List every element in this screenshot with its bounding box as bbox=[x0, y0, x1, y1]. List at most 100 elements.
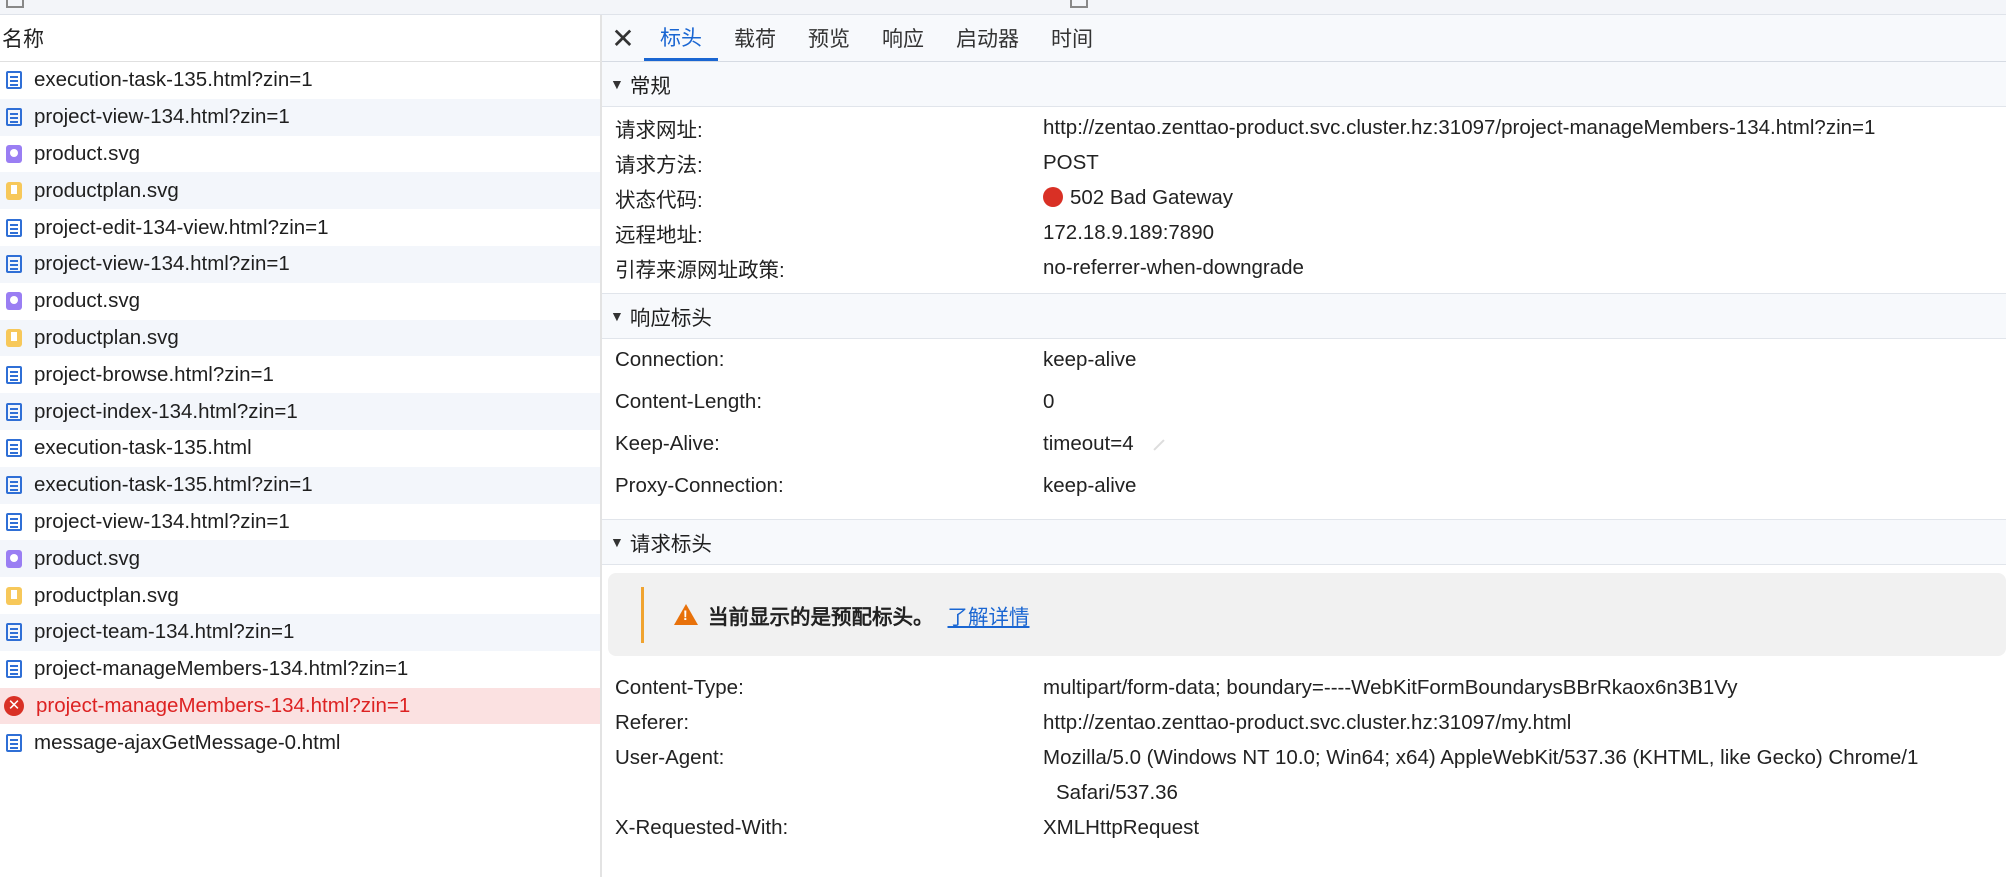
tab-preview[interactable]: 预览 bbox=[792, 15, 866, 61]
triangle-down-icon: ▼ bbox=[610, 534, 624, 550]
response-headers-title: 响应标头 bbox=[629, 307, 712, 330]
error-icon: ✕ bbox=[4, 695, 24, 716]
tab-payload[interactable]: 载荷 bbox=[718, 15, 792, 61]
request-name: product.svg bbox=[34, 546, 140, 570]
header-value[interactable]: no-referrer-when-downgrade bbox=[1043, 256, 1304, 280]
request-row[interactable]: productplan.svg bbox=[0, 319, 600, 357]
request-list-panel: 名称 execution-task-135.html?zin=1 project-… bbox=[0, 15, 602, 877]
name-column-header[interactable]: 名称 bbox=[0, 15, 600, 62]
triangle-down-icon: ▼ bbox=[610, 308, 624, 324]
document-icon bbox=[6, 402, 22, 421]
request-row[interactable]: productplan.svg bbox=[0, 577, 600, 614]
checkbox-fragment-icon bbox=[1070, 0, 1088, 8]
bookmark-icon bbox=[6, 586, 22, 605]
request-name: execution-task-135.html?zin=1 bbox=[34, 68, 313, 92]
tab-response[interactable]: 响应 bbox=[866, 15, 940, 61]
header-value[interactable]: POST bbox=[1043, 151, 1099, 175]
tab-timing[interactable]: 时间 bbox=[1035, 15, 1109, 61]
request-row[interactable]: product.svg bbox=[0, 283, 600, 320]
header-key: Connection: bbox=[615, 348, 725, 371]
general-section-header[interactable]: ▼ 常规 bbox=[602, 62, 2006, 107]
header-value[interactable]: http://zentao.zenttao-product.svc.cluste… bbox=[1043, 711, 1571, 735]
document-icon bbox=[6, 623, 22, 642]
request-row[interactable]: project-manageMembers-134.html?zin=1 bbox=[0, 651, 600, 688]
header-key: User-Agent: bbox=[615, 745, 725, 769]
header-row: Keep-Alive: timeout=4 bbox=[602, 423, 2006, 465]
request-name: productplan.svg bbox=[34, 583, 179, 607]
remote-address-row: 远程地址: 172.18.9.189:7890 bbox=[602, 215, 2006, 250]
request-row[interactable]: message-ajaxGetMessage-0.html bbox=[0, 724, 600, 761]
request-name: message-ajaxGetMessage-0.html bbox=[34, 730, 341, 754]
request-row[interactable]: project-view-134.html?zin=1 bbox=[0, 245, 600, 283]
name-column-label: 名称 bbox=[2, 28, 44, 51]
request-name: product.svg bbox=[34, 141, 140, 165]
request-row[interactable]: project-view-134.html?zin=1 bbox=[0, 504, 600, 541]
request-row[interactable]: project-team-134.html?zin=1 bbox=[0, 613, 600, 651]
bookmark-icon bbox=[6, 181, 22, 200]
header-value[interactable]: keep-alive bbox=[1043, 474, 1136, 498]
tab-initiator[interactable]: 启动器 bbox=[940, 15, 1035, 61]
warning-icon bbox=[674, 604, 698, 625]
user-agent-continuation[interactable]: Safari/537.36 bbox=[602, 775, 2006, 810]
header-value[interactable]: 0 bbox=[1043, 390, 1054, 414]
warning-content: 当前显示的是预配标头。 了解详情 bbox=[674, 573, 1030, 656]
response-headers-section-header[interactable]: ▼ 响应标头 bbox=[602, 293, 2006, 339]
warning-bar bbox=[641, 587, 644, 643]
request-name: project-team-134.html?zin=1 bbox=[34, 620, 295, 644]
header-key: Content-Type: bbox=[615, 675, 744, 699]
header-value[interactable]: keep-alive bbox=[1043, 348, 1136, 372]
status-code-row: 状态代码: 502 Bad Gateway bbox=[602, 180, 2006, 215]
request-row[interactable]: ✕ project-manageMembers-134.html?zin=1 bbox=[0, 687, 600, 725]
request-name: execution-task-135.html?zin=1 bbox=[34, 473, 313, 497]
request-name: execution-task-135.html bbox=[34, 436, 252, 460]
header-key: 远程地址: bbox=[615, 223, 703, 247]
provisional-headers-warning: 当前显示的是预配标头。 了解详情 bbox=[608, 573, 2006, 656]
request-row[interactable]: execution-task-135.html bbox=[0, 430, 600, 467]
header-row: Proxy-Connection: keep-alive bbox=[602, 465, 2006, 507]
request-row[interactable]: project-view-134.html?zin=1 bbox=[0, 98, 600, 136]
image-icon bbox=[6, 292, 22, 311]
request-headers-title: 请求标头 bbox=[629, 533, 712, 556]
edit-pencil-icon[interactable] bbox=[1152, 438, 1165, 451]
checkbox-fragment-icon bbox=[6, 0, 24, 8]
general-section: 请求网址: http://zentao.zenttao-product.svc.… bbox=[602, 107, 2006, 293]
request-row[interactable]: product.svg bbox=[0, 540, 600, 578]
request-row[interactable]: execution-task-135.html?zin=1 bbox=[0, 62, 600, 99]
status-value-wrap: 502 Bad Gateway bbox=[1043, 186, 1233, 210]
header-row: Connection: keep-alive bbox=[602, 339, 2006, 381]
learn-more-link[interactable]: 了解详情 bbox=[948, 600, 1030, 630]
request-row[interactable]: project-index-134.html?zin=1 bbox=[0, 393, 600, 430]
request-name: project-view-134.html?zin=1 bbox=[34, 509, 290, 533]
header-value[interactable]: XMLHttpRequest bbox=[1043, 816, 1199, 840]
close-icon[interactable]: ✕ bbox=[602, 15, 644, 61]
header-key: 请求网址: bbox=[615, 118, 703, 142]
request-row[interactable]: execution-task-135.html?zin=1 bbox=[0, 466, 600, 504]
request-headers-section: 当前显示的是预配标头。 了解详情 Content-Type: multipart… bbox=[602, 573, 2006, 845]
request-name: project-manageMembers-134.html?zin=1 bbox=[34, 657, 409, 681]
header-key: Keep-Alive: bbox=[615, 432, 720, 455]
request-row[interactable]: project-edit-134-view.html?zin=1 bbox=[0, 209, 600, 246]
request-row[interactable]: productplan.svg bbox=[0, 172, 600, 210]
request-url-row: 请求网址: http://zentao.zenttao-product.svc.… bbox=[602, 110, 2006, 145]
header-value[interactable]: timeout=4 bbox=[1043, 432, 1134, 455]
header-value-wrap: timeout=4 bbox=[1043, 432, 1166, 456]
request-list: execution-task-135.html?zin=1 project-vie… bbox=[0, 62, 600, 761]
document-icon bbox=[6, 218, 22, 237]
header-value[interactable]: Mozilla/5.0 (Windows NT 10.0; Win64; x64… bbox=[1043, 746, 1918, 770]
request-row[interactable]: project-browse.html?zin=1 bbox=[0, 356, 600, 393]
request-detail-panel: ✕ 标头 载荷 预览 响应 启动器 时间 ▼ 常规 请求网址: http://z… bbox=[602, 15, 2006, 877]
header-value[interactable]: http://zentao.zenttao-product.svc.cluste… bbox=[1043, 116, 1875, 140]
header-key: Referer: bbox=[615, 710, 690, 734]
document-icon bbox=[6, 439, 22, 458]
header-row: Referer: http://zentao.zenttao-product.s… bbox=[602, 705, 2006, 740]
header-value[interactable]: multipart/form-data; boundary=----WebKit… bbox=[1043, 676, 1737, 700]
header-value[interactable]: 172.18.9.189:7890 bbox=[1043, 221, 1214, 245]
request-headers-section-header[interactable]: ▼ 请求标头 bbox=[602, 519, 2006, 565]
request-row[interactable]: product.svg bbox=[0, 136, 600, 173]
image-icon bbox=[6, 144, 22, 163]
tab-headers[interactable]: 标头 bbox=[644, 15, 718, 61]
document-icon bbox=[6, 733, 22, 752]
status-code-value[interactable]: 502 Bad Gateway bbox=[1070, 186, 1233, 209]
top-strip bbox=[0, 0, 2006, 15]
general-section-title: 常规 bbox=[629, 75, 671, 98]
